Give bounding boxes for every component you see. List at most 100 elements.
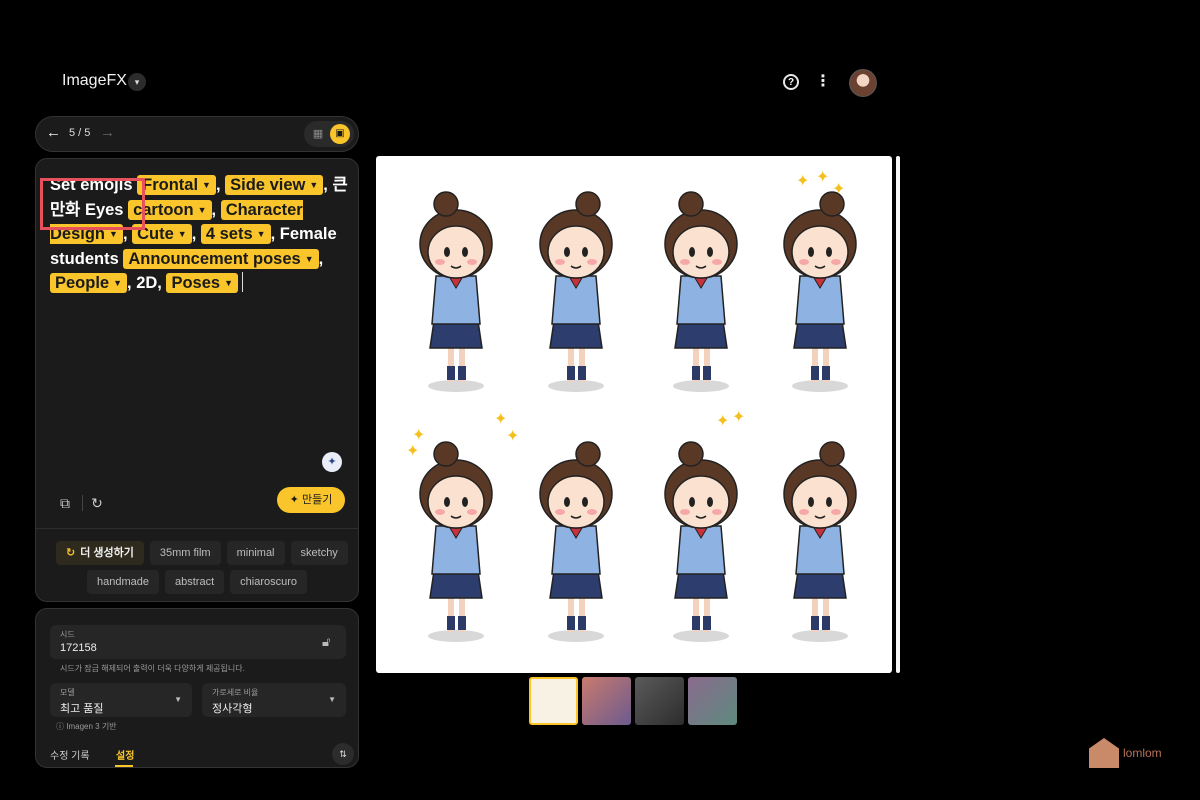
assist-icon[interactable]: ✦ [322,452,342,472]
chevron-down-icon: ▼ [113,278,123,289]
prompt-chip[interactable]: Announcement poses ▼ [123,248,319,269]
thumbnail-2[interactable] [582,677,631,725]
generate-button-label: 만들기 [301,494,333,506]
seed-description: 시드가 잠금 해제되어 출력이 더욱 다양하게 제공됩니다. [60,664,245,673]
chevron-down-icon: ▼ [109,229,118,240]
model-value: 최고 품질 [60,703,104,715]
help-icon: ⓘ [56,722,67,731]
style-chip[interactable]: chiaroscuro [230,570,307,594]
prompt-chip-label: 4 sets [205,225,253,244]
thumbnail-strip [529,677,737,725]
image-nav-bar: ← 5 / 5 → ▦ ▣ [35,116,359,152]
ratio-label: 가로세로 비율 [212,688,259,697]
chevron-down-icon: ▼ [202,180,211,190]
sparkle-decoration: ✦ [732,407,745,426]
thumbnail-4[interactable] [688,677,737,725]
arrow-back-icon[interactable]: ← [46,124,61,141]
refresh-icon: ↻ [66,547,76,559]
prompt-chip[interactable]: Poses ▼ [166,273,239,294]
model-label: 모델 [60,688,75,697]
prompt-text-segment: , [318,249,324,268]
student-figure [419,191,493,392]
prompt-chip[interactable]: Side view ▼ [225,175,324,195]
chevron-down-icon: ▼ [256,229,266,240]
regenerate-label: 더 생성하기 [80,547,134,559]
seed-field[interactable]: 시드 172158 🔓︎ [50,625,346,659]
help-icon[interactable]: ? [783,74,799,90]
style-chip[interactable]: abstract [165,570,225,594]
prompt-chip[interactable]: 4 sets ▼ [200,224,271,245]
tab-settings[interactable]: 설정 [116,747,134,762]
text-cursor [242,272,244,293]
model-note-text: Imagen 3 기반 [66,722,117,731]
sparkle-decoration: ✦ [406,441,419,460]
prompt-chip[interactable]: Frontal ▼ [137,175,216,195]
arrow-forward-icon[interactable]: → [100,124,115,141]
seed-label: 시드 [60,630,75,639]
character-sheet-illustration: ✦✦✦✦✦ ✦✦✦ ✦ [406,167,857,642]
single-view-icon[interactable]: ▣ [330,124,350,144]
regenerate-button[interactable]: ↻ 더 생성하기 [56,541,144,565]
aspect-ratio-select[interactable]: 가로세로 비율 정사각형 ▼ [202,683,346,717]
sparkle-decoration: ✦ [716,411,729,430]
app-title: ImageFX [62,72,127,89]
student-figure [783,191,857,392]
prompt-chip[interactable]: People ▼ [50,273,128,294]
next-image-preview[interactable] [896,156,900,673]
active-tab-indicator [115,765,133,767]
watermark-logo [1089,738,1119,768]
chevron-down-icon: ▼ [177,229,187,240]
style-chip[interactable]: 35mm film [149,541,221,565]
generate-button[interactable]: ✦ 만들기 [277,487,345,513]
divider [82,495,83,511]
chevron-down-icon: ▼ [328,695,336,704]
chevron-down-icon: ▼ [197,204,207,215]
watermark-text: lomlom [1123,746,1162,760]
prompt-chip-label: People [55,274,110,293]
sparkle-decoration: ✦ [796,171,809,190]
student-figure [664,441,738,642]
prompt-text-segment: , [211,200,221,219]
style-chips-row: handmade abstract chiaroscuro [87,570,307,594]
style-chip[interactable]: handmade [87,570,159,594]
settings-panel: 시드 172158 🔓︎ 시드가 잠금 해제되어 출력이 더욱 다양하게 제공됩… [35,608,359,768]
style-chip[interactable]: minimal [226,541,285,565]
prompt-chip-label: Poses [171,274,221,293]
avatar[interactable] [849,69,877,97]
chevron-down-icon: ▼ [304,253,314,264]
tab-history[interactable]: 수정 기록 [50,747,90,762]
view-toggle: ▦ ▣ [304,121,354,147]
model-select[interactable]: 모델 최고 품질 ▼ [50,683,192,717]
more-vert-icon[interactable]: ⋮ [815,72,831,92]
prompt-chip-label: Frontal [142,176,199,194]
prompt-chip-label: Announcement poses [128,249,301,268]
thumbnail-1[interactable] [529,677,578,725]
prompt-text-segment: , [191,225,201,244]
image-counter: 5 / 5 [69,127,91,139]
copy-icon[interactable]: ⧉ [54,492,76,514]
app-menu-chevron-down-icon[interactable]: ▾ [128,73,146,91]
student-figure [664,191,738,392]
seed-value[interactable]: 172158 [60,642,97,654]
thumbnail-3[interactable] [635,677,684,725]
grid-view-icon[interactable]: ▦ [310,126,326,142]
reset-icon[interactable]: ↻ [86,492,108,514]
chevron-down-icon: ▼ [174,695,182,704]
style-chip[interactable]: sketchy [290,541,348,565]
sparkle-decoration: ✦ [506,426,519,445]
model-note: ⓘ Imagen 3 기반 [56,721,117,732]
student-figure [419,441,493,642]
style-chips-row: ↻ 더 생성하기 35mm film minimal sketchy [56,541,348,565]
highlight-annotation-box [40,178,145,230]
sparkle-icon: ✦ [289,494,302,506]
student-figure [783,441,857,642]
prompt-panel: Set emojis Frontal ▼, Side view ▼, 큰 만화 Ey… [35,158,359,602]
ratio-value: 정사각형 [212,703,253,715]
collapse-icon[interactable]: ⇅ [332,743,354,765]
generated-image[interactable]: ✦ ✦ ✦ ✦ ✦ ✦ ✦ ✦ ✦ [376,156,892,673]
prompt-text-segment: , [215,176,226,194]
student-figure [539,191,613,392]
prompt-chip-label: Side view [230,176,306,194]
sparkle-decoration: ✦ [832,179,845,198]
lock-icon[interactable]: 🔓︎ [322,634,330,650]
